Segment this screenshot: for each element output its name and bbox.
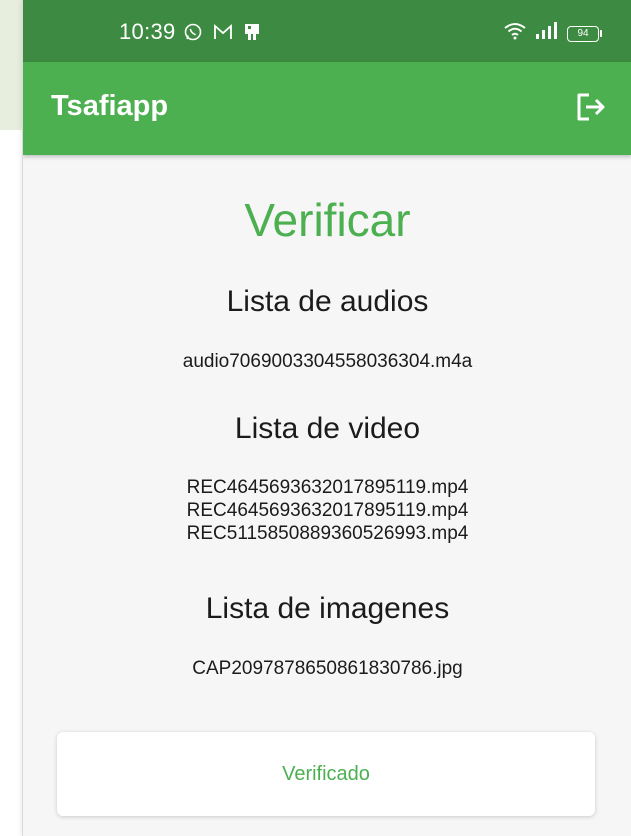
notification-icons: [183, 22, 261, 47]
logout-icon: [574, 90, 608, 129]
phone-screen: 10:39 94 Tsafiapp Verificar Lista de aud…: [22, 0, 631, 836]
status-time: 10:39: [119, 19, 176, 44]
list-item: REC4645693632017895119.mp4: [186, 500, 469, 521]
page-title: Verificar: [244, 194, 411, 246]
verify-button[interactable]: Verificado: [57, 732, 595, 816]
app-title: Tsafiapp: [51, 90, 169, 122]
battery-level: 94: [567, 25, 599, 42]
app-notification-icon: [243, 22, 261, 47]
video-file-list: REC4645693632017895119.mp4 REC4645693632…: [23, 476, 631, 545]
list-item: REC4645693632017895119.mp4: [186, 477, 469, 498]
video-list-heading: Lista de video: [234, 412, 421, 445]
list-item: audio7069003304558036304.m4a: [182, 351, 473, 372]
battery-icon: 94: [567, 25, 602, 42]
list-item: REC5115850889360526993.mp4: [186, 523, 469, 544]
list-item: CAP2097878650861830786.jpg: [192, 658, 463, 679]
wifi-icon: [503, 22, 527, 45]
signal-icon: [535, 22, 559, 45]
image-file-list: CAP2097878650861830786.jpg: [23, 657, 631, 680]
logout-button[interactable]: [572, 90, 610, 128]
status-bar: 10:39 94: [23, 0, 631, 62]
image-list-heading: Lista de imagenes: [205, 592, 450, 625]
gmail-icon: [213, 23, 233, 46]
audio-file-list: audio7069003304558036304.m4a: [23, 350, 631, 373]
app-bar: Tsafiapp: [23, 62, 631, 155]
audio-list-heading: Lista de audios: [226, 285, 429, 318]
system-icons: 94: [503, 22, 602, 45]
battery-tip: [600, 30, 602, 37]
whatsapp-icon: [183, 22, 203, 47]
